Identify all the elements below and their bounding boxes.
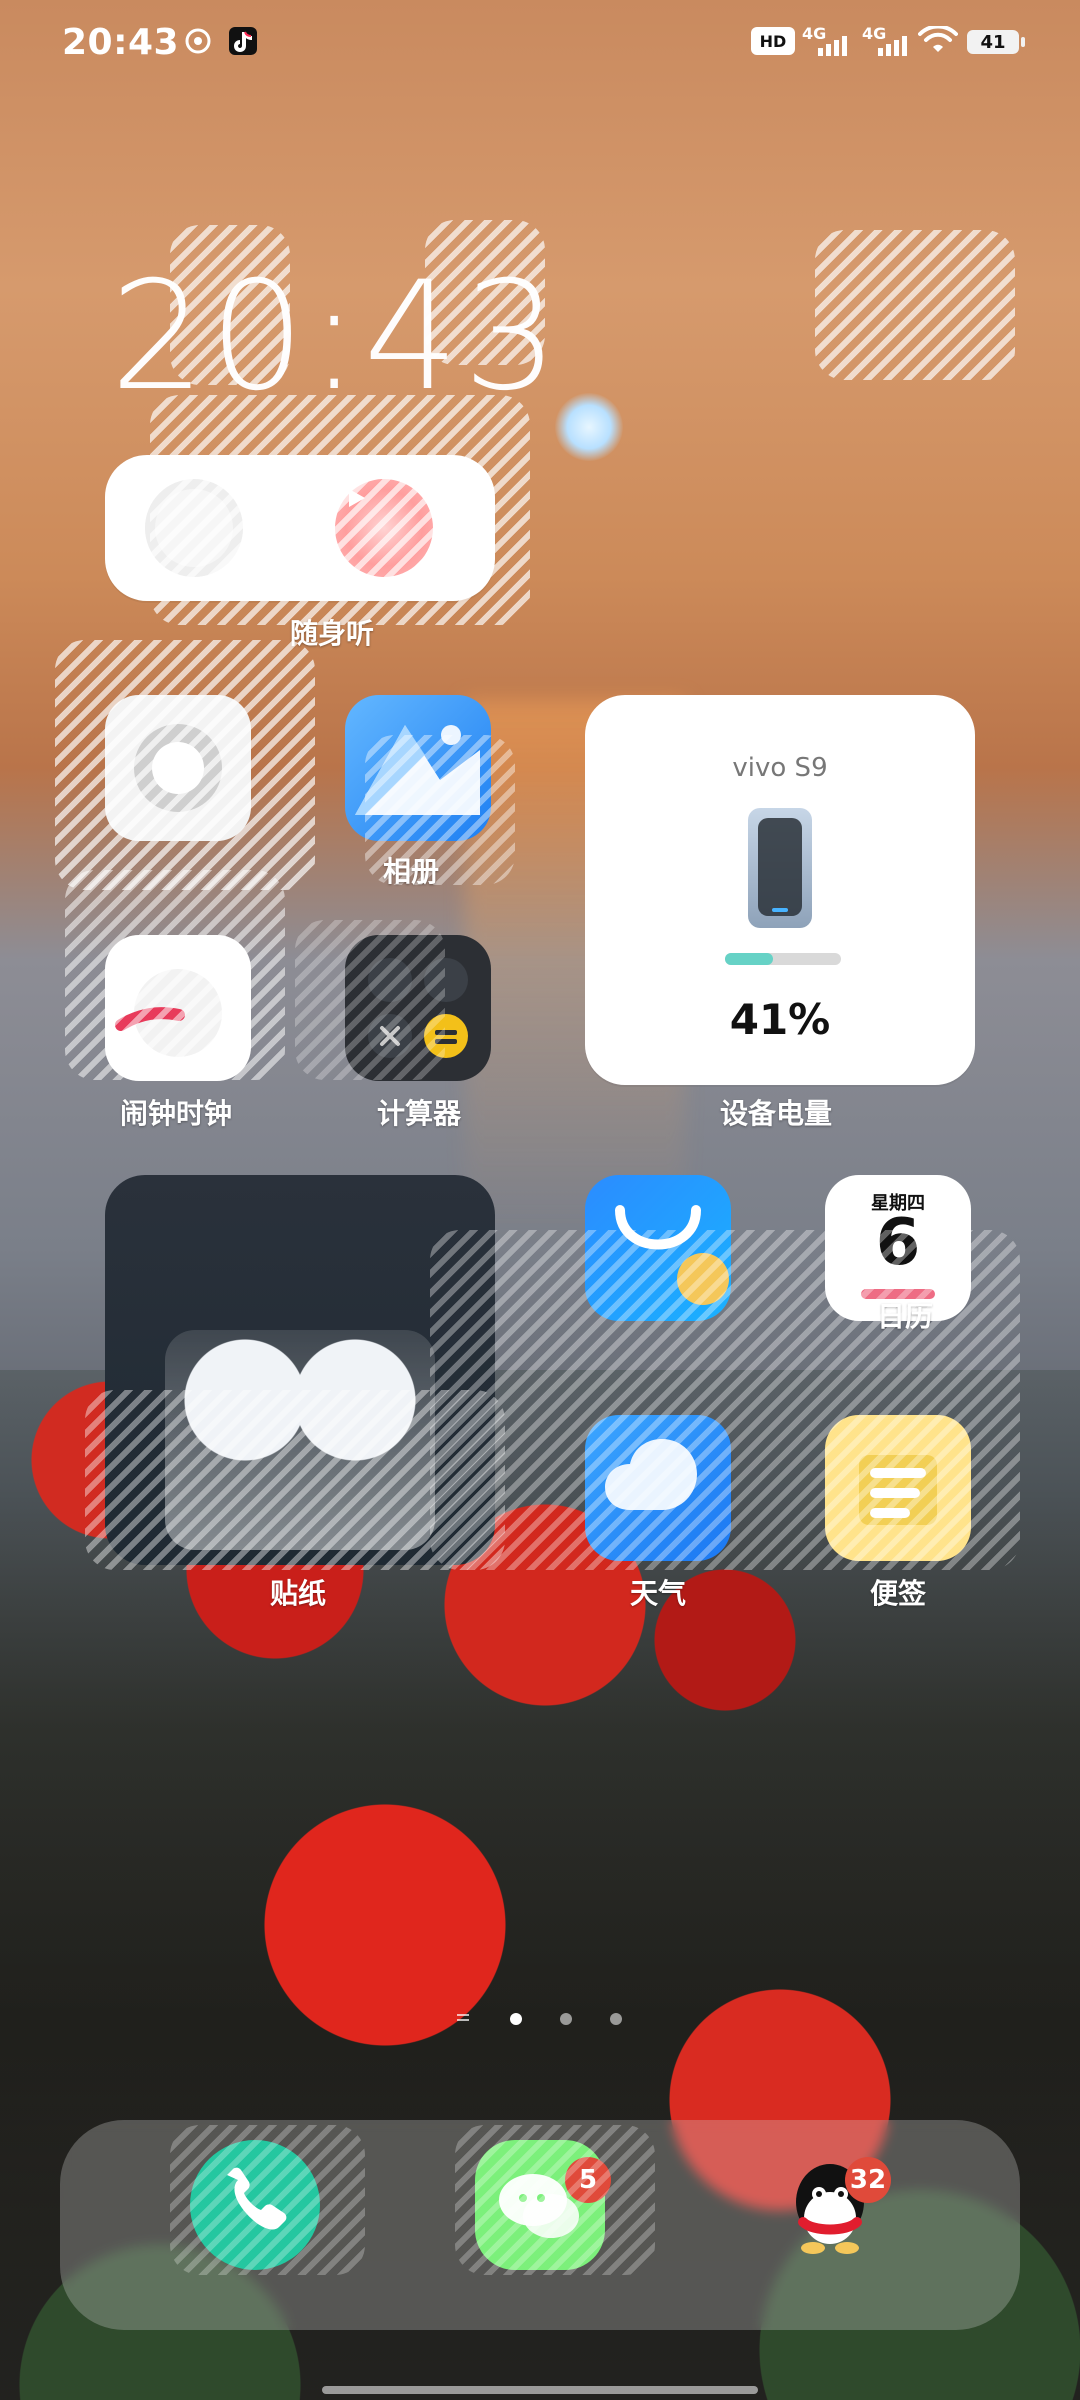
device-battery-bar <box>725 953 841 965</box>
device-battery-widget[interactable]: vivo S9 41% <box>585 695 975 1085</box>
signal-icon-2: 4G <box>860 24 914 58</box>
redaction-scribble <box>150 395 530 625</box>
redaction-scribble <box>55 640 315 890</box>
status-time: 20:43 <box>62 22 180 63</box>
page-indicator[interactable] <box>455 2008 625 2030</box>
redaction-scribble <box>425 220 545 365</box>
app-photos-label: 相册 <box>383 855 440 888</box>
device-battery-label: 设备电量 <box>720 1097 833 1130</box>
status-bar: 20:43 HD 4G 4G 41 <box>0 0 1080 90</box>
tiktok-icon <box>226 24 260 58</box>
battery-indicator: 41 <box>967 30 1025 54</box>
battery-percent: 41 <box>980 31 1006 53</box>
app-calculator-label: 计算器 <box>377 1097 462 1130</box>
wifi-icon <box>916 24 960 58</box>
redaction-scribble <box>65 870 285 1080</box>
device-led <box>772 908 788 912</box>
redaction-scribble <box>430 1230 1020 1570</box>
app-alarm-clock-label: 闹钟时钟 <box>120 1097 233 1130</box>
app-weather-label: 天气 <box>630 1577 687 1610</box>
sticker-widget-label: 贴纸 <box>270 1577 327 1610</box>
music-note-icon <box>180 24 216 58</box>
device-screen <box>758 818 802 916</box>
page-menu-icon <box>455 2010 471 2026</box>
redaction-scribble <box>170 225 290 385</box>
redaction-scribble <box>815 230 1015 380</box>
device-image <box>748 808 812 928</box>
device-battery-fill <box>725 953 773 965</box>
redaction-scribble <box>170 2125 365 2275</box>
hd-label: HD <box>751 27 795 55</box>
app-notes-label: 便签 <box>870 1577 927 1610</box>
device-battery-percent: 41% <box>729 995 831 1044</box>
device-name: vivo S9 <box>732 753 828 783</box>
page-dot-3[interactable] <box>610 2013 622 2025</box>
qq-badge: 32 <box>845 2157 891 2203</box>
page-dot-1[interactable] <box>510 2013 522 2025</box>
redaction-scribble <box>295 920 445 1080</box>
wallpaper-sun <box>555 393 623 461</box>
signal-icon: 4G <box>800 24 854 58</box>
page-dot-2[interactable] <box>560 2013 572 2025</box>
hd-icon: HD <box>747 24 799 58</box>
redaction-scribble <box>455 2125 655 2275</box>
home-indicator[interactable] <box>322 2386 758 2394</box>
